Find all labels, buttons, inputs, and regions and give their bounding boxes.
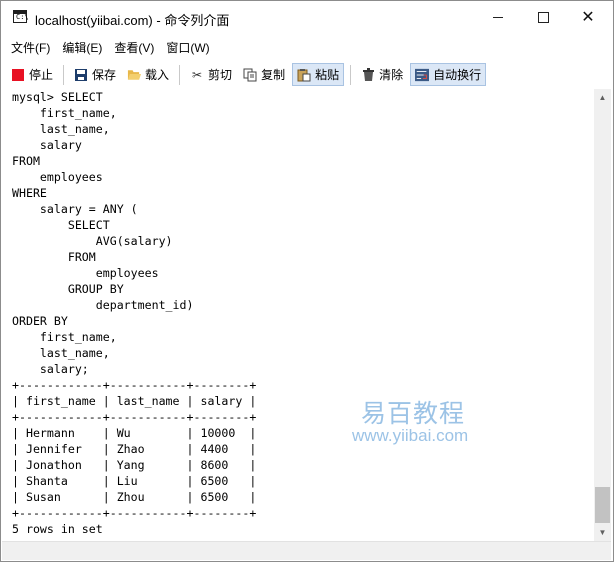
console-output[interactable]: mysql> SELECT first_name, last_name, sal… [2, 89, 594, 541]
paste-icon [297, 68, 311, 82]
console-text: mysql> SELECT first_name, last_name, sal… [12, 90, 257, 536]
save-label: 保存 [92, 68, 117, 82]
watermark-brand: 易百教程 [361, 399, 466, 428]
close-button[interactable]: ✕ [565, 1, 611, 33]
cut-label: 剪切 [208, 68, 233, 82]
menu-bar: 文件(F) 编辑(E) 查看(V) 窗口(W) [1, 36, 613, 58]
copy-label: 复制 [261, 68, 286, 82]
app-icon-label: C:\ [16, 13, 29, 21]
wrap-label: 自动换行 [433, 68, 482, 82]
menu-window[interactable]: 窗口(W) [161, 39, 214, 56]
copy-button[interactable]: 复制 [239, 63, 289, 86]
word-wrap-icon [415, 68, 430, 82]
scissors-icon: ✂ [192, 67, 203, 82]
terminal-app-icon: C:\ [13, 10, 29, 23]
stop-button[interactable]: 停止 [7, 63, 57, 86]
load-label: 载入 [145, 68, 170, 82]
trash-icon [361, 67, 375, 82]
clear-label: 清除 [379, 68, 404, 82]
clear-button[interactable]: 清除 [357, 63, 407, 86]
scrollbar-thumb[interactable] [595, 487, 610, 523]
menu-view[interactable]: 查看(V) [109, 39, 159, 56]
copy-icon [243, 68, 257, 82]
window-title: localhost(yiibai.com) - 命令列介面 [35, 13, 230, 28]
status-bar [2, 541, 611, 560]
toolbar: 停止 保存 载入 ✂ 剪切 复制 粘贴 清除 自动换行 [1, 61, 613, 88]
stop-icon [11, 68, 25, 82]
paste-label: 粘贴 [315, 68, 340, 82]
cut-button[interactable]: ✂ 剪切 [186, 63, 236, 86]
paste-button[interactable]: 粘贴 [292, 63, 345, 86]
maximize-icon [537, 11, 549, 23]
minimize-button[interactable] [475, 1, 521, 33]
word-wrap-toggle[interactable]: 自动换行 [410, 63, 487, 86]
console-window: C:\ localhost(yiibai.com) - 命令列介面 ✕ 文件(F… [0, 0, 614, 562]
vertical-scrollbar[interactable]: ▲ ▼ [594, 89, 611, 541]
menu-edit[interactable]: 编辑(E) [57, 39, 107, 56]
menu-file[interactable]: 文件(F) [6, 39, 55, 56]
save-button[interactable]: 保存 [70, 63, 120, 86]
close-icon: ✕ [581, 7, 595, 26]
toolbar-divider [350, 64, 352, 85]
title-bar[interactable]: C:\ localhost(yiibai.com) - 命令列介面 ✕ [1, 1, 613, 34]
load-button[interactable]: 载入 [123, 63, 173, 86]
maximize-button[interactable] [520, 1, 566, 33]
folder-open-icon [127, 68, 142, 82]
scroll-up-icon[interactable]: ▲ [594, 89, 611, 106]
scroll-down-icon[interactable]: ▼ [594, 524, 611, 541]
stop-label: 停止 [29, 68, 54, 82]
minimize-icon [493, 16, 503, 18]
watermark-url: www.yiibai.com [352, 426, 469, 445]
save-icon [74, 68, 88, 82]
toolbar-divider [179, 64, 181, 85]
toolbar-divider [63, 64, 65, 85]
